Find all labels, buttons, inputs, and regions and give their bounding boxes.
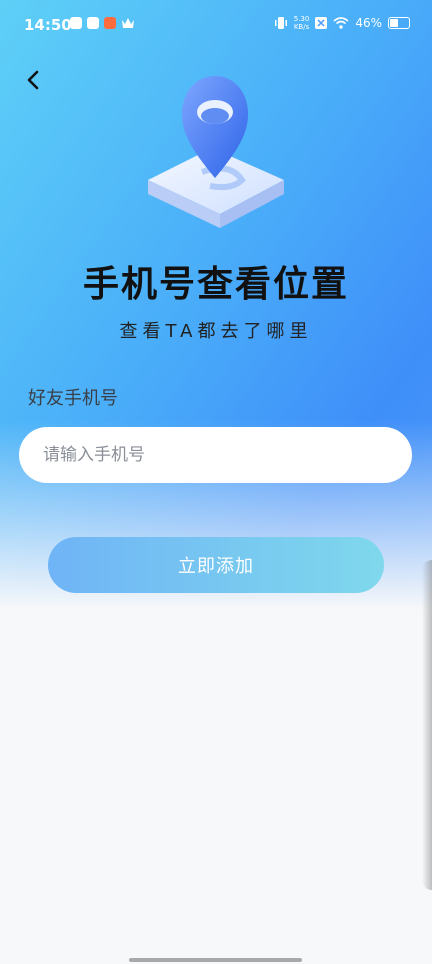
status-time: 14:50 [24, 16, 72, 34]
battery-icon [388, 17, 410, 29]
signal-icon [315, 17, 328, 29]
vibrate-icon [274, 17, 287, 29]
add-now-button[interactable]: 立即添加 [48, 537, 384, 593]
location-pin-icon [148, 76, 284, 228]
net-speed: 5.30 KB/s [294, 15, 310, 31]
page-subtitle: 查看TA都去了哪里 [119, 321, 313, 342]
video-notification-icon [87, 17, 99, 29]
back-arrow-icon[interactable] [22, 68, 46, 92]
wifi-icon [333, 17, 349, 29]
phone-field-label: 好友手机号 [28, 388, 118, 409]
side-gesture-edge [422, 560, 432, 890]
net-speed-value: 5.30 [293, 15, 310, 23]
home-indicator[interactable] [129, 958, 302, 962]
shop-notification-icon [104, 17, 116, 29]
page-title: 手机号查看位置 [82, 264, 349, 305]
notification-icons [70, 17, 135, 29]
battery-percent: 46% [355, 16, 382, 30]
phone-number-input[interactable] [19, 427, 412, 483]
app-notification-icon [70, 17, 82, 29]
net-speed-unit: KB/s [293, 23, 310, 31]
crown-icon [122, 18, 134, 28]
status-right: 5.30 KB/s 46% [274, 15, 410, 31]
status-bar: 14:50 5.30 KB/s 46% [0, 0, 432, 52]
